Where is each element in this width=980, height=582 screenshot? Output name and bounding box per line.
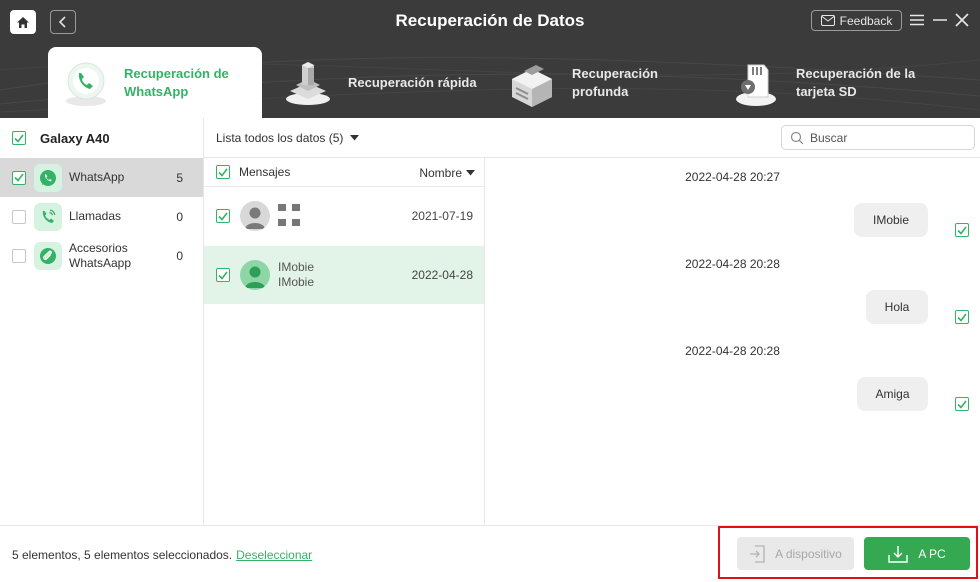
sort-label: Nombre xyxy=(419,166,462,180)
minimize-icon xyxy=(933,19,947,21)
hamburger-icon xyxy=(910,14,924,26)
filter-dropdown[interactable]: Lista todos los datos (5) xyxy=(216,131,360,145)
search-input[interactable] xyxy=(810,130,970,145)
check-icon xyxy=(218,271,228,280)
search-icon xyxy=(790,131,804,144)
caret-down-icon xyxy=(350,135,360,141)
message-checkbox[interactable] xyxy=(955,310,969,324)
category-sidebar: Galaxy A40 WhatsApp 5 Llamadas 0 Accesor… xyxy=(0,118,204,525)
conversation-date: 2021-07-19 xyxy=(411,209,473,223)
message-preview: 2022-04-28 20:27 IMobie 2022-04-28 20:28… xyxy=(485,158,980,525)
conversation-row[interactable]: IMobie IMobie 2022-04-28 xyxy=(204,246,484,304)
check-icon xyxy=(218,168,228,177)
contact-subname: IMobie xyxy=(278,275,315,289)
sort-dropdown[interactable]: Nombre xyxy=(419,166,475,180)
category-count: 5 xyxy=(176,170,183,185)
box-stack-icon xyxy=(506,57,558,109)
phone-icon xyxy=(60,57,112,109)
sidebar-item-attachments[interactable]: Accesorios WhatsAapp 0 xyxy=(0,236,203,275)
message-checkbox[interactable] xyxy=(955,223,969,237)
list-toolbar: Lista todos los datos (5) xyxy=(204,118,980,158)
to-device-button[interactable]: A dispositivo xyxy=(737,537,854,570)
tab-label: Recuperación de la tarjeta SD xyxy=(796,65,916,99)
category-label: Accesorios WhatsAapp xyxy=(69,240,132,270)
category-label: WhatsApp xyxy=(69,170,125,184)
check-icon xyxy=(957,400,967,409)
message-time: 2022-04-28 20:27 xyxy=(685,170,780,184)
feedback-label: Feedback xyxy=(839,13,893,28)
selection-status: 5 elementos, 5 elementos seleccionados. D… xyxy=(12,548,312,562)
check-icon xyxy=(14,134,24,143)
category-count: 0 xyxy=(176,209,183,224)
sd-card-icon xyxy=(730,57,782,109)
category-checkbox[interactable] xyxy=(12,170,26,185)
check-icon xyxy=(957,226,967,235)
check-icon xyxy=(14,173,24,182)
close-icon xyxy=(955,13,969,27)
row-checkbox[interactable] xyxy=(216,268,230,282)
status-text: 5 elementos, 5 elementos seleccionados. xyxy=(12,548,233,562)
tab-whatsapp-recovery[interactable]: Recuperación de WhatsApp xyxy=(48,47,262,118)
conversation-name: IMobie IMobie xyxy=(278,260,314,290)
sidebar-item-calls[interactable]: Llamadas 0 xyxy=(0,197,203,236)
whatsapp-icon xyxy=(34,163,62,192)
user-icon xyxy=(245,266,265,288)
conversation-row[interactable]: 2021-07-19 xyxy=(204,187,484,245)
category-label: Llamadas xyxy=(69,209,122,223)
caret-down-icon xyxy=(466,170,475,176)
row-checkbox[interactable] xyxy=(216,209,230,223)
sidebar-item-whatsapp[interactable]: WhatsApp 5 xyxy=(0,158,203,197)
phone-ringing-icon xyxy=(34,202,62,231)
message-time: 2022-04-28 20:28 xyxy=(685,344,780,358)
category-checkbox[interactable] xyxy=(12,248,26,263)
message-bubble: IMobie xyxy=(854,203,928,237)
message-time: 2022-04-28 20:28 xyxy=(685,257,780,271)
close-button[interactable] xyxy=(954,12,970,28)
list-header-label: Mensajes xyxy=(239,165,291,179)
minimize-button[interactable] xyxy=(932,12,948,28)
device-name: Galaxy A40 xyxy=(40,130,110,146)
avatar xyxy=(240,260,270,290)
message-bubble: Hola xyxy=(866,290,928,324)
tab-deep-recovery[interactable]: Recuperación profunda xyxy=(502,47,716,118)
search-box[interactable] xyxy=(781,125,975,150)
tab-label: Recuperación profunda xyxy=(572,65,658,99)
feedback-button[interactable]: Feedback xyxy=(811,10,902,31)
check-icon xyxy=(957,313,967,322)
attachment-icon xyxy=(34,241,62,270)
chip-stack-icon xyxy=(282,57,334,109)
select-all-checkbox[interactable] xyxy=(216,165,230,179)
list-header: Mensajes Nombre xyxy=(204,158,484,187)
tab-label: Recuperación rápida xyxy=(348,74,477,90)
to-device-label: A dispositivo xyxy=(775,546,842,561)
to-pc-button[interactable]: A PC xyxy=(864,537,970,570)
category-count: 0 xyxy=(176,248,183,263)
conversation-date: 2022-04-28 xyxy=(411,268,473,282)
device-checkbox[interactable] xyxy=(12,131,26,145)
to-pc-label: A PC xyxy=(918,546,946,561)
message-bubble: Amiga xyxy=(857,377,928,411)
footer-bar: 5 elementos, 5 elementos seleccionados. D… xyxy=(0,525,980,582)
tab-label: Recuperación de WhatsApp xyxy=(124,65,229,99)
redacted-name xyxy=(278,204,310,228)
deselect-link[interactable]: Deseleccionar xyxy=(236,548,312,562)
user-icon xyxy=(245,207,265,229)
avatar xyxy=(240,201,270,231)
message-checkbox[interactable] xyxy=(955,397,969,411)
filter-label: Lista todos los datos (5) xyxy=(216,131,344,145)
device-row[interactable]: Galaxy A40 xyxy=(0,118,204,158)
app-header: Recuperación de Datos Feedback Recuperac… xyxy=(0,0,980,118)
check-icon xyxy=(218,212,228,221)
tab-quick-recovery[interactable]: Recuperación rápida xyxy=(278,47,492,118)
contact-name: IMobie xyxy=(278,260,315,274)
download-icon xyxy=(888,545,909,563)
export-to-device-icon xyxy=(750,544,765,563)
category-checkbox[interactable] xyxy=(12,209,26,224)
conversation-list: Mensajes Nombre 2021-07-19 IMobie IMobie… xyxy=(204,158,485,525)
mail-icon xyxy=(820,15,835,26)
menu-button[interactable] xyxy=(909,12,925,28)
tab-sd-recovery[interactable]: Recuperación de la tarjeta SD xyxy=(726,47,956,118)
